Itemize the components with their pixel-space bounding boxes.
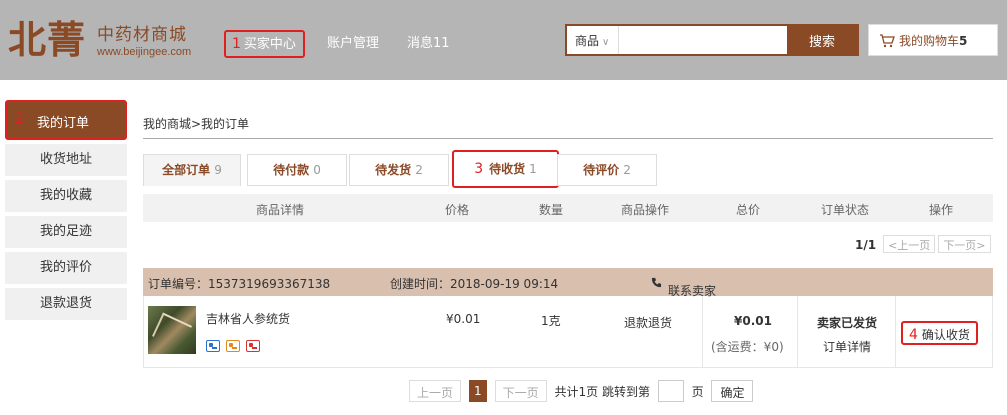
col-action: 操作	[929, 203, 954, 217]
prev-page-button[interactable]: 上一页	[409, 380, 462, 402]
next-page-button[interactable]: 下一页>	[938, 235, 991, 253]
table-header: 商品详情 价格 数量 商品操作 总价 订单状态 操作	[143, 194, 993, 222]
refund-link[interactable]: 退款退货	[624, 314, 672, 331]
current-page-button[interactable]: 1	[468, 380, 487, 402]
col-total: 总价	[736, 203, 761, 217]
search-bar: 商品 ∨ 搜索	[565, 24, 859, 56]
tab-count: 2	[415, 163, 423, 177]
step-number: 4	[909, 327, 918, 343]
tab-pending-payment[interactable]: 待付款 0	[247, 154, 347, 186]
id-card-badge-icon	[206, 340, 220, 352]
order-detail-link[interactable]: 订单详情	[823, 338, 871, 355]
step-number: 3	[474, 161, 484, 177]
tab-count: 0	[313, 163, 321, 177]
step-number: 2	[15, 111, 24, 127]
search-category-select[interactable]: 商品 ∨	[567, 26, 619, 54]
product-badges	[206, 340, 266, 355]
sidebar: 2 我的订单 收货地址 我的收藏 我的足迹 我的评价 退款退货	[5, 100, 127, 320]
logo[interactable]: 北菁	[8, 18, 86, 62]
nav-account-management[interactable]: 账户管理	[327, 36, 379, 52]
col-product-action: 商品操作	[621, 203, 670, 217]
cart-icon	[880, 34, 895, 48]
confirm-receipt-button[interactable]: 4 确认收货	[901, 321, 978, 345]
cart-count: 5	[959, 34, 968, 48]
logo-url: www.beijingee.com	[97, 46, 192, 58]
cart-button[interactable]: 我的购物车5	[868, 24, 998, 56]
col-qty: 数量	[539, 203, 564, 217]
logo-title: 中药材商城	[97, 25, 187, 45]
tab-label: 待付款	[273, 163, 310, 177]
tab-pending-receipt[interactable]: 3 待收货 1	[452, 150, 559, 188]
tab-count: 1	[529, 162, 537, 176]
page-unit: 页	[691, 384, 704, 399]
sidebar-item-reviews[interactable]: 我的评价	[5, 252, 127, 284]
col-status: 订单状态	[821, 203, 870, 217]
tab-label: 待评价	[583, 163, 620, 177]
tab-label: 待收货	[489, 162, 526, 176]
tab-count: 9	[214, 163, 222, 177]
product-thumbnail[interactable]	[148, 306, 196, 354]
product-name[interactable]: 吉林省人参统货	[206, 310, 290, 327]
page-indicator: 1/1	[855, 238, 877, 252]
contact-seller[interactable]: 联系卖家	[651, 275, 716, 298]
product-qty: 1克	[541, 314, 561, 328]
search-input[interactable]	[620, 26, 788, 54]
total-pages-text: 共计1页 跳转到第	[554, 384, 650, 399]
product-price: ¥0.01	[446, 312, 481, 326]
order-row: 吉林省人参统货 ¥0.01 1克 退款退货 ¥0.01 (含运费：¥0) 卖家已…	[143, 296, 993, 368]
tab-pending-review[interactable]: 待评价 2	[557, 154, 657, 186]
sidebar-item-label: 我的订单	[37, 116, 90, 131]
phone-icon	[651, 277, 662, 288]
jump-confirm-button[interactable]: 确定	[711, 380, 754, 402]
shipping-fee: (含运费：¥0)	[711, 340, 784, 354]
top-header: 北菁 中药材商城 www.beijingee.com 1 买家中心 账户管理 消息…	[0, 0, 1007, 80]
tab-pending-shipment[interactable]: 待发货 2	[349, 154, 449, 186]
cart-label: 我的购物车	[899, 34, 960, 48]
pager-top: 1/1 <上一页 下一页>	[855, 235, 991, 253]
next-page-button[interactable]: 下一页	[494, 380, 547, 402]
search-button[interactable]: 搜索	[787, 26, 857, 54]
divider	[797, 296, 798, 367]
tab-count: 2	[623, 163, 631, 177]
tab-label: 待发货	[375, 163, 412, 177]
sidebar-item-my-orders[interactable]: 2 我的订单	[5, 100, 127, 140]
sidebar-item-favorites[interactable]: 我的收藏	[5, 180, 127, 212]
breadcrumb[interactable]: 我的商城>我的订单	[143, 115, 249, 132]
sidebar-item-history[interactable]: 我的足迹	[5, 216, 127, 248]
prev-page-button[interactable]: <上一页	[883, 235, 936, 253]
search-category-label: 商品	[575, 34, 600, 48]
col-price: 价格	[445, 203, 470, 217]
order-total: ¥0.01	[734, 314, 772, 328]
col-product: 商品详情	[256, 203, 305, 217]
order-created-time: 创建时间：2018-09-19 09:14	[390, 277, 559, 291]
divider	[895, 296, 896, 367]
license-badge-icon	[246, 340, 260, 352]
order-status: 卖家已发货	[817, 316, 878, 330]
chevron-down-icon: ∨	[602, 37, 610, 48]
nav-buyer-center[interactable]: 1 买家中心	[224, 30, 305, 58]
sidebar-item-address[interactable]: 收货地址	[5, 144, 127, 176]
nav-label: 买家中心	[243, 37, 296, 52]
pager-bottom: 上一页 1 下一页 共计1页 跳转到第 页 确定	[409, 380, 754, 402]
tab-label: 全部订单	[162, 163, 211, 177]
order-number: 订单编号：1537319693367138	[148, 277, 331, 291]
step-number: 1	[232, 36, 241, 52]
sidebar-item-refunds[interactable]: 退款退货	[5, 288, 127, 320]
order-tabs: 全部订单 9 待付款 0 待发货 2 3 待收货 1 待评价 2	[143, 150, 993, 188]
certificate-badge-icon	[226, 340, 240, 352]
divider	[702, 296, 703, 367]
confirm-receipt-label: 确认收货	[921, 328, 970, 342]
tab-all-orders[interactable]: 全部订单 9	[143, 154, 241, 186]
divider	[143, 138, 993, 139]
nav-messages[interactable]: 消息11	[407, 36, 450, 52]
jump-page-input[interactable]	[657, 380, 684, 402]
order-header: 订单编号：1537319693367138 创建时间：2018-09-19 09…	[143, 268, 993, 298]
